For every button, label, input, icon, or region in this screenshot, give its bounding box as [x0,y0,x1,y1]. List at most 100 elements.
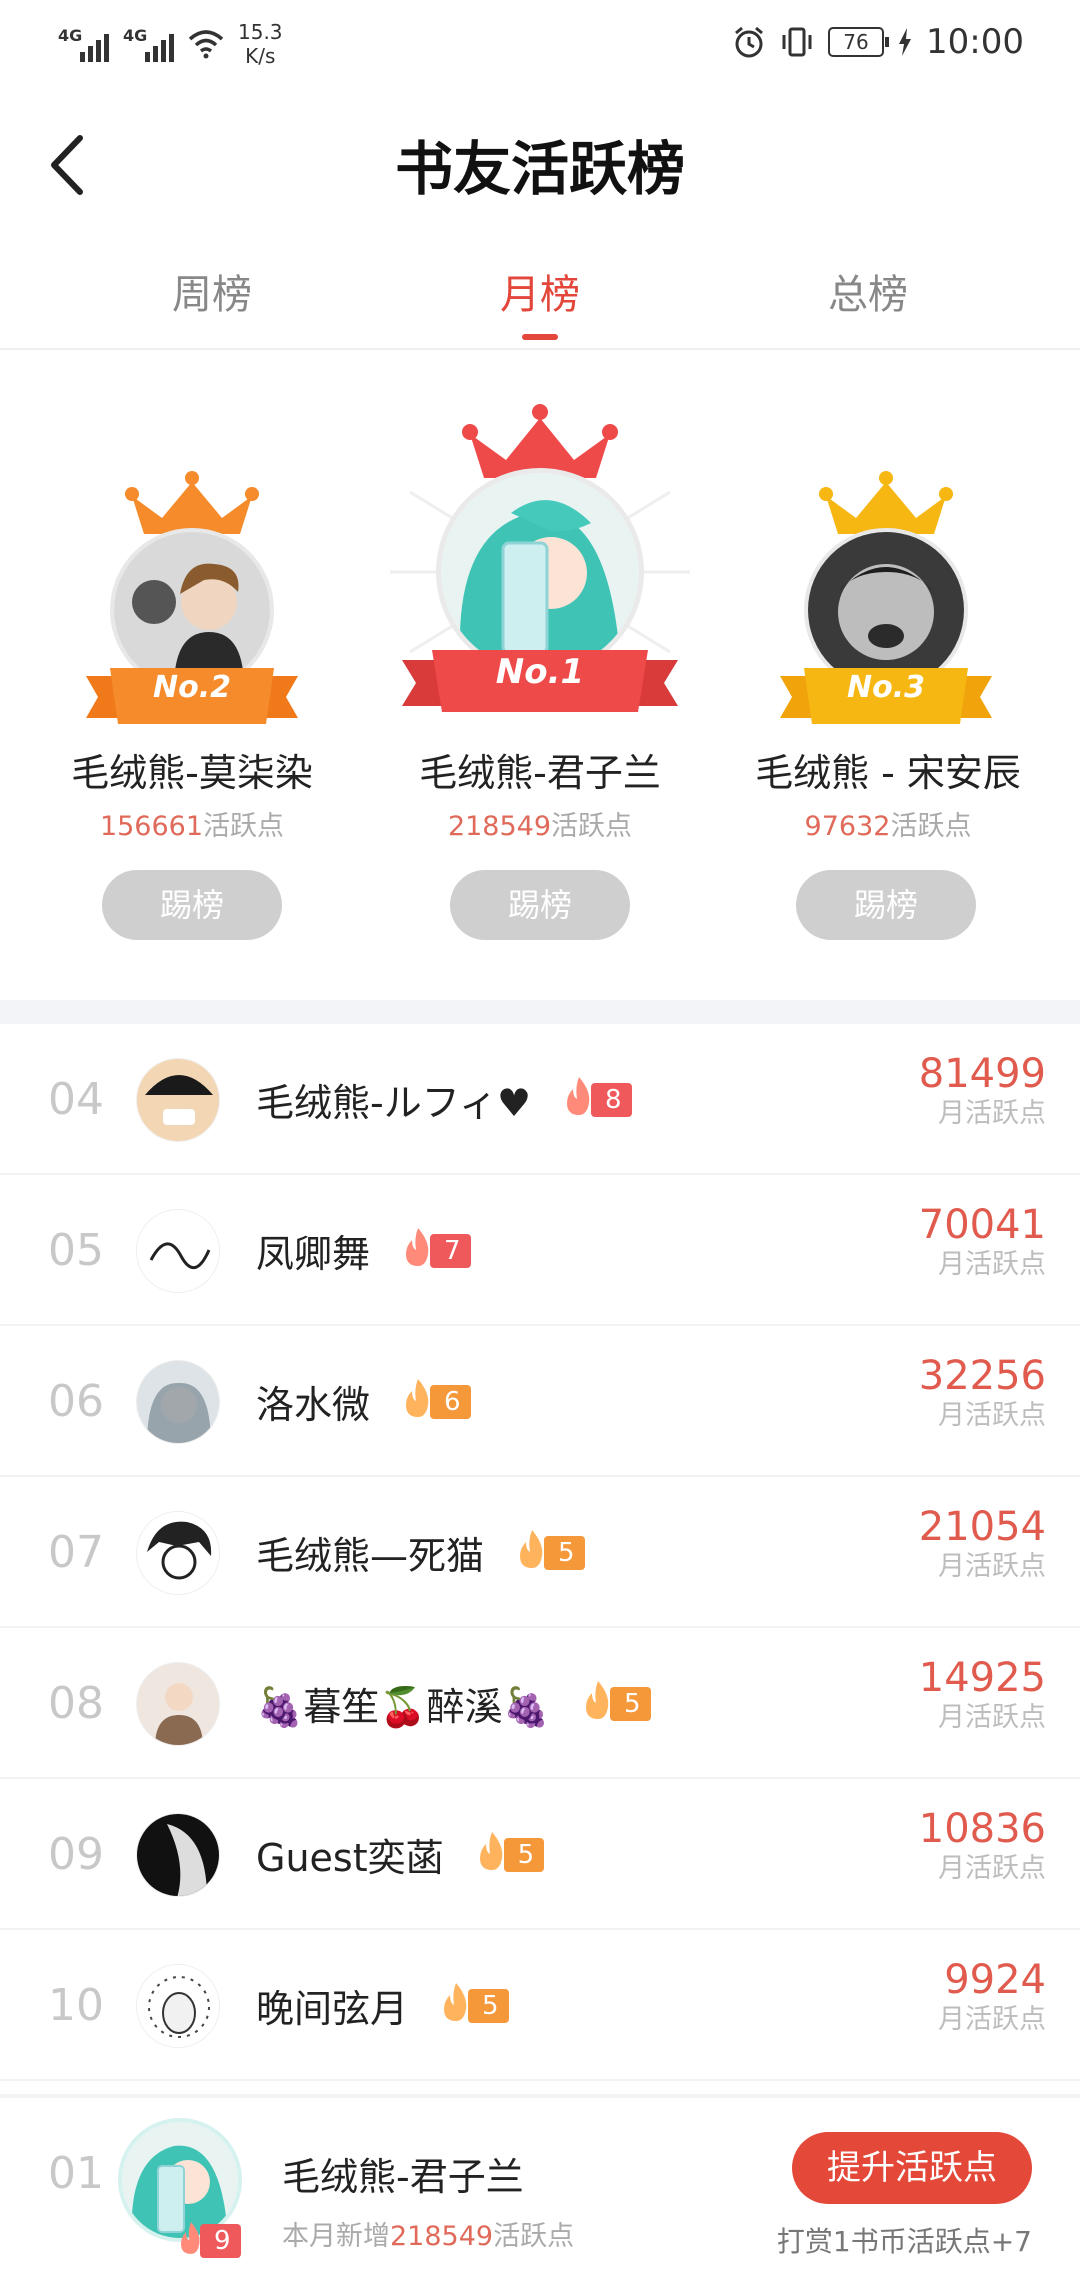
list-item[interactable]: 05 凤卿舞 7 70041 月活跃点 [0,1175,1080,1326]
score-label: 月活跃点 [938,1853,1046,1884]
level-number: 5 [503,1837,545,1872]
avatar-image [137,1814,219,1896]
user-name: 凤卿舞 [256,1232,371,1276]
list-item-name-wrap: Guest奕菡 5 [256,1827,545,1882]
tab-total[interactable]: 总榜 [768,262,968,320]
user-name: Guest奕菡 [256,1836,444,1880]
alarm-icon [735,26,763,58]
list-item[interactable]: 10 晚间弦月 5 9924 月活跃点 [0,1930,1080,2081]
points-prefix: 本月新增 [282,2221,390,2252]
list-item[interactable]: 06 洛水微 6 32256 月活跃点 [0,1326,1080,1477]
flame-icon [181,2222,200,2254]
score: 70041 月活跃点 [919,1203,1046,1283]
rank-number: 10 [48,1980,104,2031]
points-suffix: 活跃点 [551,811,633,842]
user-name: 毛绒熊-ルフィ♥ [256,1081,532,1125]
avatar[interactable] [136,1058,220,1142]
signal-icon: 4G [58,26,109,62]
level-number: 5 [468,1988,509,2023]
tab-label: 月榜 [500,272,580,318]
network-speed: 15.3 K/s [238,20,283,68]
podium-second: No.2 毛绒熊-莫柒染 156661活跃点 踢榜 [0,352,384,1000]
list-item-name-wrap: 🍇暮笙🍒醉溪🍇 5 [256,1676,651,1731]
tab-monthly[interactable]: 月榜 [440,262,640,340]
section-divider [0,1000,1080,1024]
podium-third: No.3 毛绒熊 - 宋安辰 97632活跃点 踢榜 [696,352,1080,1000]
tab-active-indicator [522,334,558,340]
tab-label: 周榜 [172,272,252,318]
kick-button[interactable]: 踢榜 [102,870,282,940]
avatar-image [137,1059,219,1141]
score-label: 月活跃点 [938,1400,1046,1431]
score: 10836 月活跃点 [919,1807,1046,1887]
podium: No.2 毛绒熊-莫柒染 156661活跃点 踢榜 No.1 毛绒熊-君子兰 2… [0,352,1080,1000]
rank-number: 09 [48,1829,104,1880]
points-value: 97632 [804,811,891,842]
my-monthly-points: 本月新增218549活跃点 [282,2214,574,2253]
score-label: 月活跃点 [938,1249,1046,1280]
list-item[interactable]: 04 毛绒熊-ルフィ♥ 8 81499 月活跃点 [0,1024,1080,1175]
avatar[interactable] [136,1662,220,1746]
list-item[interactable]: 08 🍇暮笙🍒醉溪🍇 5 14925 月活跃点 [0,1628,1080,1779]
score-value: 21054 [918,1504,1046,1550]
tab-weekly[interactable]: 周榜 [112,262,312,320]
network-type-2: 4G [123,26,148,45]
level-number: 9 [200,2224,241,2258]
my-rank-number: 01 [48,2148,104,2199]
flame-icon [585,1680,609,1719]
network-type: 4G [58,26,83,45]
level-number: 5 [544,1535,585,1570]
list-item-name-wrap: 洛水微 6 [256,1374,471,1429]
level-badge: 5 [438,1982,509,2023]
list-item-name-wrap: 凤卿舞 7 [256,1223,471,1278]
charging-icon [899,28,912,56]
avatar-image [137,1361,219,1443]
podium-first: No.1 毛绒熊-君子兰 218549活跃点 踢榜 [384,352,696,1000]
flame-icon [406,1227,429,1266]
score-value: 70041 [918,1202,1046,1248]
level-number: 8 [591,1082,632,1117]
winner-points: 156661活跃点 [0,804,384,843]
speed-value: 15.3 [238,20,283,44]
avatar-image [137,1965,219,2047]
avatar[interactable] [136,1360,220,1444]
page-title: 书友活跃榜 [394,135,685,203]
score-value: 14925 [918,1655,1046,1701]
user-name: 🍇暮笙🍒醉溪🍇 [256,1685,550,1729]
score-value: 32256 [918,1353,1046,1399]
battery-icon: 76 [828,27,890,57]
winner-points: 97632活跃点 [696,804,1080,843]
boost-activity-button[interactable]: 提升活跃点 [792,2132,1032,2204]
level-number: 7 [430,1233,471,1268]
list-item-name-wrap: 毛绒熊-ルフィ♥ 8 [256,1072,632,1127]
winner-points: 218549活跃点 [384,804,696,843]
status-right: 76 10:00 [732,22,1024,62]
avatar[interactable] [136,1511,220,1595]
my-name: 毛绒熊-君子兰 [282,2155,524,2199]
kick-button[interactable]: 踢榜 [450,870,630,940]
tab-label: 总榜 [828,272,908,318]
level-badge: 5 [514,1529,585,1570]
reward-hint: 打赏1书币活跃点+7 [776,2225,1032,2258]
avatar[interactable] [136,1964,220,2048]
rank-number: 05 [48,1225,104,1276]
kick-button[interactable]: 踢榜 [796,870,976,940]
rank-number: 07 [48,1527,104,1578]
list-item-name-wrap: 晚间弦月 5 [256,1978,509,2033]
score: 32256 月活跃点 [919,1354,1046,1434]
score-value: 9924 [944,1957,1046,2003]
my-rank-bar: 01 9 毛绒熊-君子兰 本月新增218549活跃点 提升活跃点 打赏1书币活跃… [0,2094,1080,2280]
score: 81499 月活跃点 [919,1052,1046,1132]
score-value: 81499 [918,1051,1046,1097]
list-item[interactable]: 07 毛绒熊—死猫 5 21054 月活跃点 [0,1477,1080,1628]
avatar-image [137,1210,219,1292]
flame-icon [479,1831,502,1870]
winner-name: 毛绒熊-君子兰 [419,751,661,795]
avatar[interactable] [136,1813,220,1897]
list-item[interactable]: 09 Guest奕菡 5 10836 月活跃点 [0,1779,1080,1930]
level-number: 5 [609,1686,651,1721]
status-bar: 4G 4G 15.3 K/s 76 10:00 [0,0,1080,90]
avatar[interactable] [136,1209,220,1293]
signal-icon-2: 4G [123,26,174,62]
score: 9924 月活跃点 [938,1958,1046,2038]
